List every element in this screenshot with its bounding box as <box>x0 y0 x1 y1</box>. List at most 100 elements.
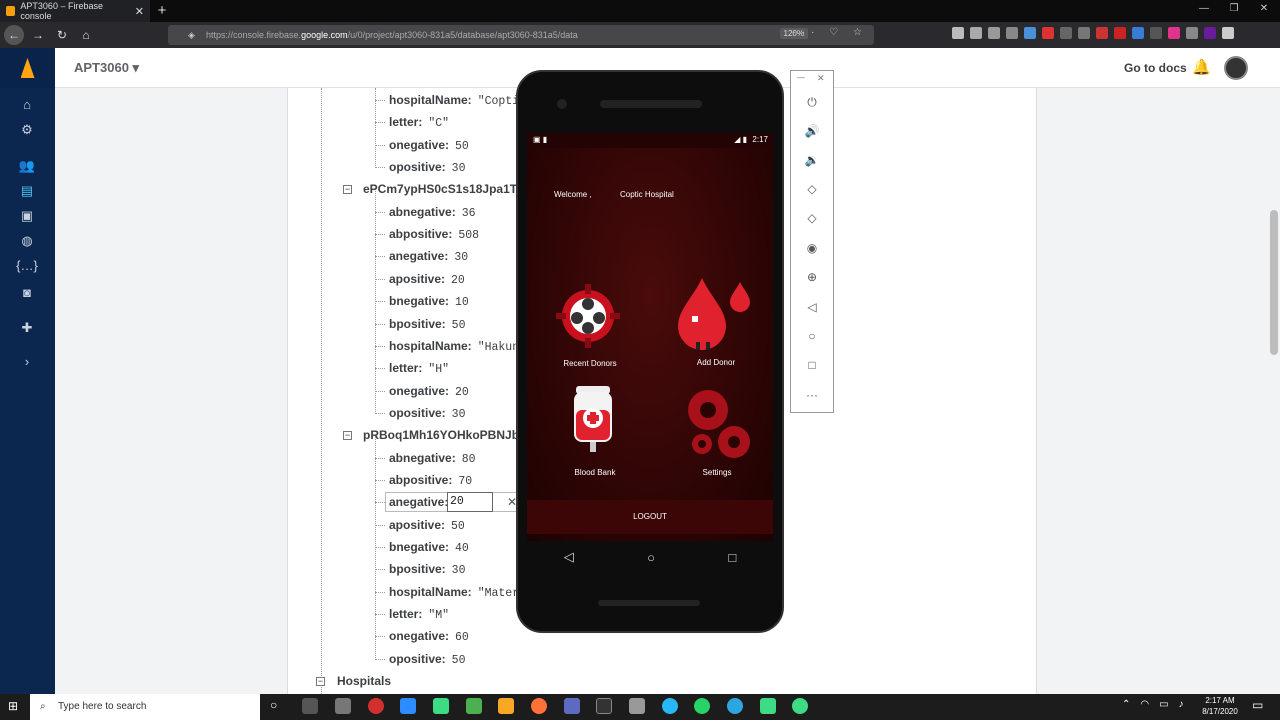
tree-leaf-row[interactable]: onegative: 20 <box>389 380 469 402</box>
android-studio-icon[interactable] <box>433 698 449 714</box>
windows-start-icon[interactable]: ⊞ <box>8 699 18 713</box>
extension-icon[interactable] <box>1096 27 1108 39</box>
extension-icon[interactable] <box>1150 27 1162 39</box>
volume-up-icon[interactable]: 🔊 <box>800 121 824 141</box>
app-icon[interactable] <box>368 698 384 714</box>
ml-icon[interactable]: ◙ <box>14 283 40 303</box>
camera-icon[interactable]: ◉ <box>800 238 824 258</box>
app-icon[interactable] <box>792 698 808 714</box>
tree-leaf-row[interactable]: onegative: 60 <box>389 625 469 647</box>
tree-leaf-row[interactable]: apositive: 50 <box>389 514 465 536</box>
task-view-icon[interactable] <box>302 698 318 714</box>
database-icon[interactable]: ▤ <box>14 181 40 201</box>
app-icon[interactable] <box>466 698 482 714</box>
extension-icon[interactable] <box>1078 27 1090 39</box>
tree-leaf-row[interactable]: bpositive: 50 <box>389 313 465 335</box>
collapse-toggle-icon[interactable]: − <box>343 431 352 441</box>
menu-icon[interactable] <box>1222 27 1234 39</box>
rotate-right-icon[interactable]: ◇ <box>800 208 824 228</box>
page-actions-icons[interactable]: ··· ♡ ☆ <box>793 27 868 38</box>
firebase-logo[interactable] <box>0 48 55 88</box>
storage-icon[interactable]: ▣ <box>14 206 40 226</box>
tree-leaf-row[interactable]: letter: "C" <box>389 111 449 133</box>
tree-leaf-row[interactable]: apositive: 20 <box>389 268 465 290</box>
tree-leaf-row[interactable]: abnegative: 36 <box>389 201 476 223</box>
app-icon[interactable] <box>629 698 645 714</box>
tree-node[interactable]: pRBoq1Mh16YOHkoPBNJbT <box>363 424 526 446</box>
tree-leaf-row[interactable]: anegative: 30 <box>389 245 468 267</box>
new-tab-button[interactable]: + <box>154 2 170 20</box>
taskbar-clock[interactable]: 2:17 AM 8/17/2020 <box>1198 695 1242 717</box>
browser-tab[interactable]: APT3060 – Firebase console ✕ <box>0 0 150 22</box>
whatsapp-icon[interactable] <box>694 698 710 714</box>
cortana-icon[interactable]: ○ <box>270 698 277 712</box>
tree-leaf-row[interactable]: abpositive: 70 <box>389 469 472 491</box>
reload-button[interactable]: ↻ <box>52 25 72 45</box>
back-icon[interactable]: ◁ <box>800 297 824 317</box>
tree-leaf-row[interactable]: abnegative: 80 <box>389 447 476 469</box>
download-icon[interactable] <box>952 27 964 39</box>
gear-icon[interactable]: ⚙ <box>14 120 40 140</box>
blood-bank-tile[interactable] <box>572 384 614 454</box>
extension-icon[interactable] <box>1060 27 1072 39</box>
settings-app-icon[interactable] <box>335 698 351 714</box>
extension-icon[interactable] <box>1132 27 1144 39</box>
minimize-window-icon[interactable]: — <box>1194 3 1214 14</box>
file-explorer-icon[interactable] <box>498 698 514 714</box>
go-to-docs-link[interactable]: Go to docs <box>1124 61 1187 75</box>
volume-down-icon[interactable]: 🔉 <box>800 150 824 170</box>
recent-donors-tile[interactable] <box>552 280 624 352</box>
tree-leaf-row[interactable]: hospitalName: "Coptic <box>389 89 526 111</box>
tree-leaf-row[interactable]: letter: "M" <box>389 603 449 625</box>
tree-leaf-row[interactable]: bnegative: 40 <box>389 536 469 558</box>
emulator-taskbar-icon[interactable] <box>760 698 776 714</box>
library-icon[interactable] <box>970 27 982 39</box>
emulator-close-icon[interactable]: ✕ <box>817 73 825 84</box>
extension-icon[interactable] <box>1024 27 1036 39</box>
users-icon[interactable]: 👥 <box>14 156 40 176</box>
tree-leaf-row[interactable]: hospitalName: "Mater <box>389 581 519 603</box>
tree-leaf-row[interactable]: letter: "H" <box>389 357 449 379</box>
value-edit-input[interactable]: 20 <box>447 492 493 513</box>
collapse-toggle-icon[interactable]: − <box>316 677 325 687</box>
rotate-left-icon[interactable]: ◇ <box>800 179 824 199</box>
account-icon[interactable] <box>1006 27 1018 39</box>
functions-icon[interactable]: {…} <box>14 256 40 276</box>
system-tray-icons[interactable]: ⌃◠▭♪ <box>1122 699 1194 710</box>
emulator-minimize-icon[interactable]: — <box>797 73 805 82</box>
avatar[interactable] <box>1224 56 1248 80</box>
telegram-icon[interactable] <box>727 698 743 714</box>
mail-extension-icon[interactable] <box>1042 27 1054 39</box>
notifications-icon[interactable]: ▭ <box>1252 698 1263 712</box>
app-icon[interactable] <box>564 698 580 714</box>
more-icon[interactable]: ··· <box>800 385 824 405</box>
tree-node[interactable]: ePCm7ypHS0cS1s18Jpa1TK <box>363 178 526 200</box>
tree-leaf-row[interactable]: abpositive: 508 <box>389 223 479 245</box>
android-recents-icon[interactable]: □ <box>728 550 736 565</box>
firefox-icon[interactable] <box>531 698 547 714</box>
settings-tile[interactable] <box>684 386 754 458</box>
tree-leaf-row[interactable]: bpositive: 30 <box>389 558 465 580</box>
taskbar-search[interactable]: ⌕ Type here to search <box>30 694 260 720</box>
overview-icon[interactable]: □ <box>800 355 824 375</box>
extension-icon[interactable] <box>1204 27 1216 39</box>
bell-icon[interactable]: 🔔 <box>1192 58 1211 76</box>
add-donor-tile[interactable] <box>672 276 752 352</box>
power-icon[interactable]: ⏻ <box>800 92 824 112</box>
app-icon[interactable] <box>662 698 678 714</box>
extension-icon[interactable] <box>1186 27 1198 39</box>
close-tab-icon[interactable]: ✕ <box>135 5 144 18</box>
tree-leaf-row[interactable]: hospitalName: "Hakuna <box>389 335 526 357</box>
tree-leaf-row[interactable]: bnegative: 10 <box>389 290 469 312</box>
hosting-icon[interactable]: ◍ <box>14 231 40 251</box>
expand-sidebar-icon[interactable]: › <box>14 352 40 372</box>
zoom-icon[interactable]: ⊕ <box>800 267 824 287</box>
app-icon[interactable] <box>596 698 612 714</box>
forward-button[interactable]: → <box>28 25 48 45</box>
url-bar[interactable]: ◈ https://console.firebase. google.com/u/… <box>168 25 874 45</box>
back-button[interactable]: ← <box>4 25 24 45</box>
tree-leaf-row[interactable]: opositive: 30 <box>389 156 465 178</box>
zoom-app-icon[interactable] <box>400 698 416 714</box>
pinterest-icon[interactable] <box>1114 27 1126 39</box>
home-circle-icon[interactable]: ○ <box>800 326 824 346</box>
